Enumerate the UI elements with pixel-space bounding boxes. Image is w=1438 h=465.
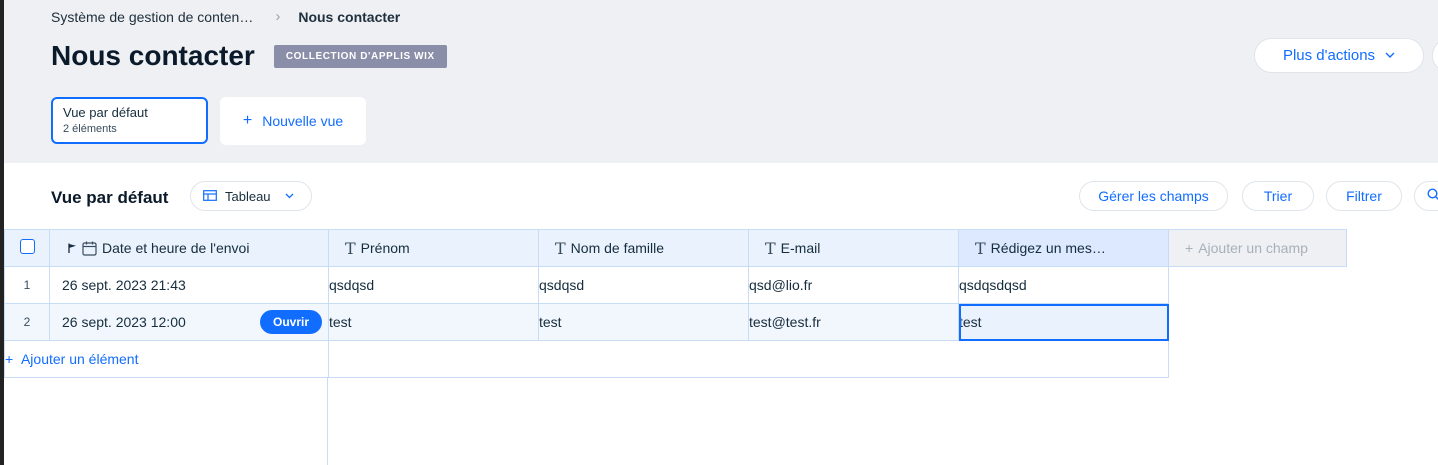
page-title: Nous contacter xyxy=(51,40,255,71)
date-value: 26 sept. 2023 12:00 xyxy=(62,314,186,330)
cell-date[interactable]: 26 sept. 2023 12:00 Ouvrir xyxy=(49,303,329,341)
view-count: 2 éléments xyxy=(63,123,117,135)
add-field-label: Ajouter un champ xyxy=(1198,240,1308,256)
table-row[interactable]: 2 26 sept. 2023 12:00 Ouvrir test test te… xyxy=(4,303,1347,341)
collection-badge: COLLECTION D'APPLIS WIX xyxy=(273,44,447,68)
layout-select-label: Tableau xyxy=(225,188,271,204)
column-header-label: Date et heure de l'envoi xyxy=(102,240,250,256)
empty-cell xyxy=(1168,266,1347,304)
flag-icon xyxy=(68,243,77,253)
empty-row-area xyxy=(328,340,1169,378)
date-value: 26 sept. 2023 21:43 xyxy=(62,277,186,293)
calendar-icon xyxy=(82,241,97,256)
overflow-button[interactable] xyxy=(1432,38,1438,73)
add-row: + Ajouter un élément xyxy=(4,340,1347,378)
column-divider xyxy=(327,378,328,465)
select-all-checkbox[interactable] xyxy=(19,239,35,254)
breadcrumb-current: Nous contacter xyxy=(298,8,401,25)
plus-icon: + xyxy=(1185,240,1194,256)
column-header-last-name[interactable]: T Nom de famille xyxy=(538,229,749,267)
text-type-icon: T xyxy=(765,238,776,258)
cell-message-selected[interactable]: test xyxy=(958,303,1169,341)
cell-date[interactable]: 26 sept. 2023 21:43 xyxy=(49,266,329,304)
search-button[interactable] xyxy=(1414,181,1438,211)
text-type-icon: T xyxy=(975,238,986,258)
table-panel: Vue par défaut Tableau Gérer les champs … xyxy=(4,163,1438,465)
add-field-button[interactable]: + Ajouter un champ xyxy=(1168,229,1347,267)
new-view-button[interactable]: + Nouvelle vue xyxy=(220,97,366,145)
chevron-right-icon: › xyxy=(275,8,281,25)
panel-title: Vue par défaut xyxy=(51,188,169,207)
table-layout-icon xyxy=(203,189,217,204)
table-header-row: Date et heure de l'envoi T Prénom T Nom de… xyxy=(4,229,1347,267)
cell-email[interactable]: test@test.fr xyxy=(748,303,959,341)
new-view-label: Nouvelle vue xyxy=(262,113,344,129)
layout-select[interactable]: Tableau xyxy=(190,181,312,211)
chevron-down-icon xyxy=(1385,50,1395,61)
select-all-cell xyxy=(4,229,50,267)
chevron-down-icon xyxy=(285,191,294,201)
row-number: 2 xyxy=(4,303,50,341)
column-header-date[interactable]: Date et heure de l'envoi xyxy=(49,229,329,267)
column-header-label: Nom de famille xyxy=(570,240,665,256)
column-header-first-name[interactable]: T Prénom xyxy=(328,229,539,267)
column-header-label: Prénom xyxy=(360,240,410,256)
open-item-button[interactable]: Ouvrir xyxy=(259,310,322,334)
plus-icon: + xyxy=(242,112,253,129)
add-item-button[interactable]: + Ajouter un élément xyxy=(4,340,329,378)
column-header-email[interactable]: T E-mail xyxy=(748,229,959,267)
text-type-icon: T xyxy=(555,238,566,258)
title-row: Nous contacter COLLECTION D'APPLIS WIX xyxy=(51,40,447,72)
view-card-default[interactable]: Vue par défaut 2 éléments xyxy=(51,97,208,144)
cell-last-name[interactable]: test xyxy=(538,303,749,341)
cell-message[interactable]: qsdqsdqsd xyxy=(958,266,1169,304)
row-number: 1 xyxy=(4,266,50,304)
column-header-label: E-mail xyxy=(780,240,821,256)
search-icon xyxy=(1427,188,1438,204)
filter-button[interactable]: Filtrer xyxy=(1326,181,1402,211)
empty-cell xyxy=(1168,340,1347,378)
cell-last-name[interactable]: qsdqsd xyxy=(538,266,749,304)
cell-first-name[interactable]: qsdqsd xyxy=(328,266,539,304)
text-type-icon: T xyxy=(345,238,356,258)
cell-first-name[interactable]: test xyxy=(328,303,539,341)
plus-icon: + xyxy=(5,351,14,367)
empty-cell xyxy=(1168,303,1347,341)
column-header-message[interactable]: T Rédigez un mes… xyxy=(958,229,1169,267)
column-header-label: Rédigez un mes… xyxy=(990,240,1106,256)
sort-button[interactable]: Trier xyxy=(1242,181,1314,211)
table-row[interactable]: 1 26 sept. 2023 21:43 qsdqsd qsdqsd qsd@… xyxy=(4,266,1347,304)
view-name: Vue par défaut xyxy=(63,105,148,120)
more-actions-button[interactable]: Plus d'actions xyxy=(1254,38,1424,73)
cms-page: Système de gestion de conten… › Nous con… xyxy=(4,0,1438,465)
add-item-label: Ajouter un élément xyxy=(20,351,139,367)
breadcrumb-parent-link[interactable]: Système de gestion de conten… xyxy=(51,9,253,25)
more-actions-label: Plus d'actions xyxy=(1282,47,1376,64)
manage-fields-button[interactable]: Gérer les champs xyxy=(1079,181,1228,211)
data-table: Date et heure de l'envoi T Prénom T Nom de… xyxy=(4,229,1347,378)
cell-email[interactable]: qsd@lio.fr xyxy=(748,266,959,304)
breadcrumb: Système de gestion de conten… › Nous con… xyxy=(51,8,400,25)
